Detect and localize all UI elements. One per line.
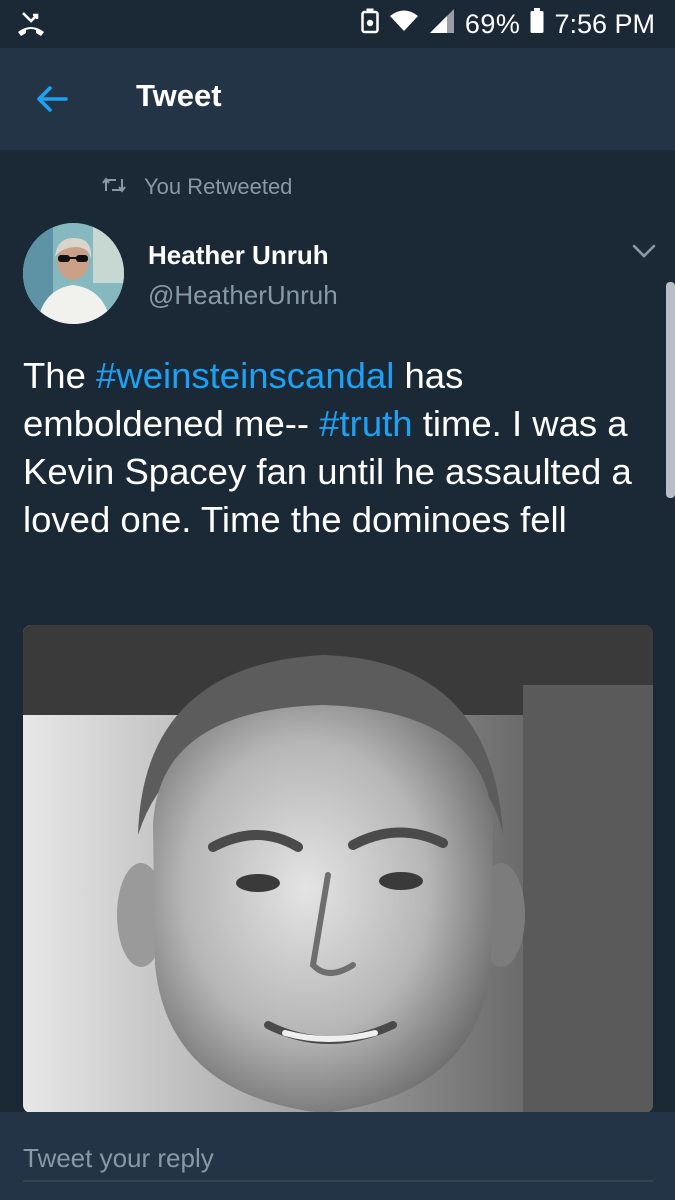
tweet-text: The #weinsteinscandal has emboldened me-… — [23, 352, 653, 544]
signal-icon — [429, 8, 455, 41]
reply-input[interactable] — [23, 1136, 653, 1182]
tweet-text-segment: The — [23, 355, 97, 396]
back-arrow-icon — [37, 86, 68, 112]
page-title: Tweet — [136, 78, 222, 113]
top-app-bar: Tweet — [0, 48, 675, 150]
portrait-photo — [23, 625, 653, 1113]
author-name[interactable]: Heather Unruh — [148, 240, 329, 271]
hashtag-truth[interactable]: #truth — [319, 403, 412, 444]
battery-icon — [530, 7, 544, 41]
battery-saver-icon — [361, 8, 379, 41]
reply-bar — [0, 1112, 675, 1200]
scrollbar[interactable] — [666, 282, 675, 498]
back-button[interactable] — [30, 76, 76, 122]
retweet-icon — [102, 174, 126, 200]
status-bar: 69% 7:56 PM — [0, 0, 675, 48]
avatar[interactable] — [23, 223, 124, 324]
more-options-button[interactable] — [628, 238, 660, 266]
status-time: 7:56 PM — [554, 8, 655, 39]
chevron-down-icon — [632, 244, 656, 258]
retweet-context: You Retweeted — [102, 172, 292, 202]
hashtag-weinsteinscandal[interactable]: #weinsteinscandal — [96, 355, 394, 396]
retweet-label: You Retweeted — [144, 174, 293, 199]
wifi-icon — [389, 9, 419, 40]
tweet-media-photo[interactable] — [23, 625, 653, 1113]
battery-percent: 69% — [464, 8, 521, 39]
author-handle[interactable]: @HeatherUnruh — [148, 280, 338, 311]
missed-call-icon — [16, 10, 46, 38]
